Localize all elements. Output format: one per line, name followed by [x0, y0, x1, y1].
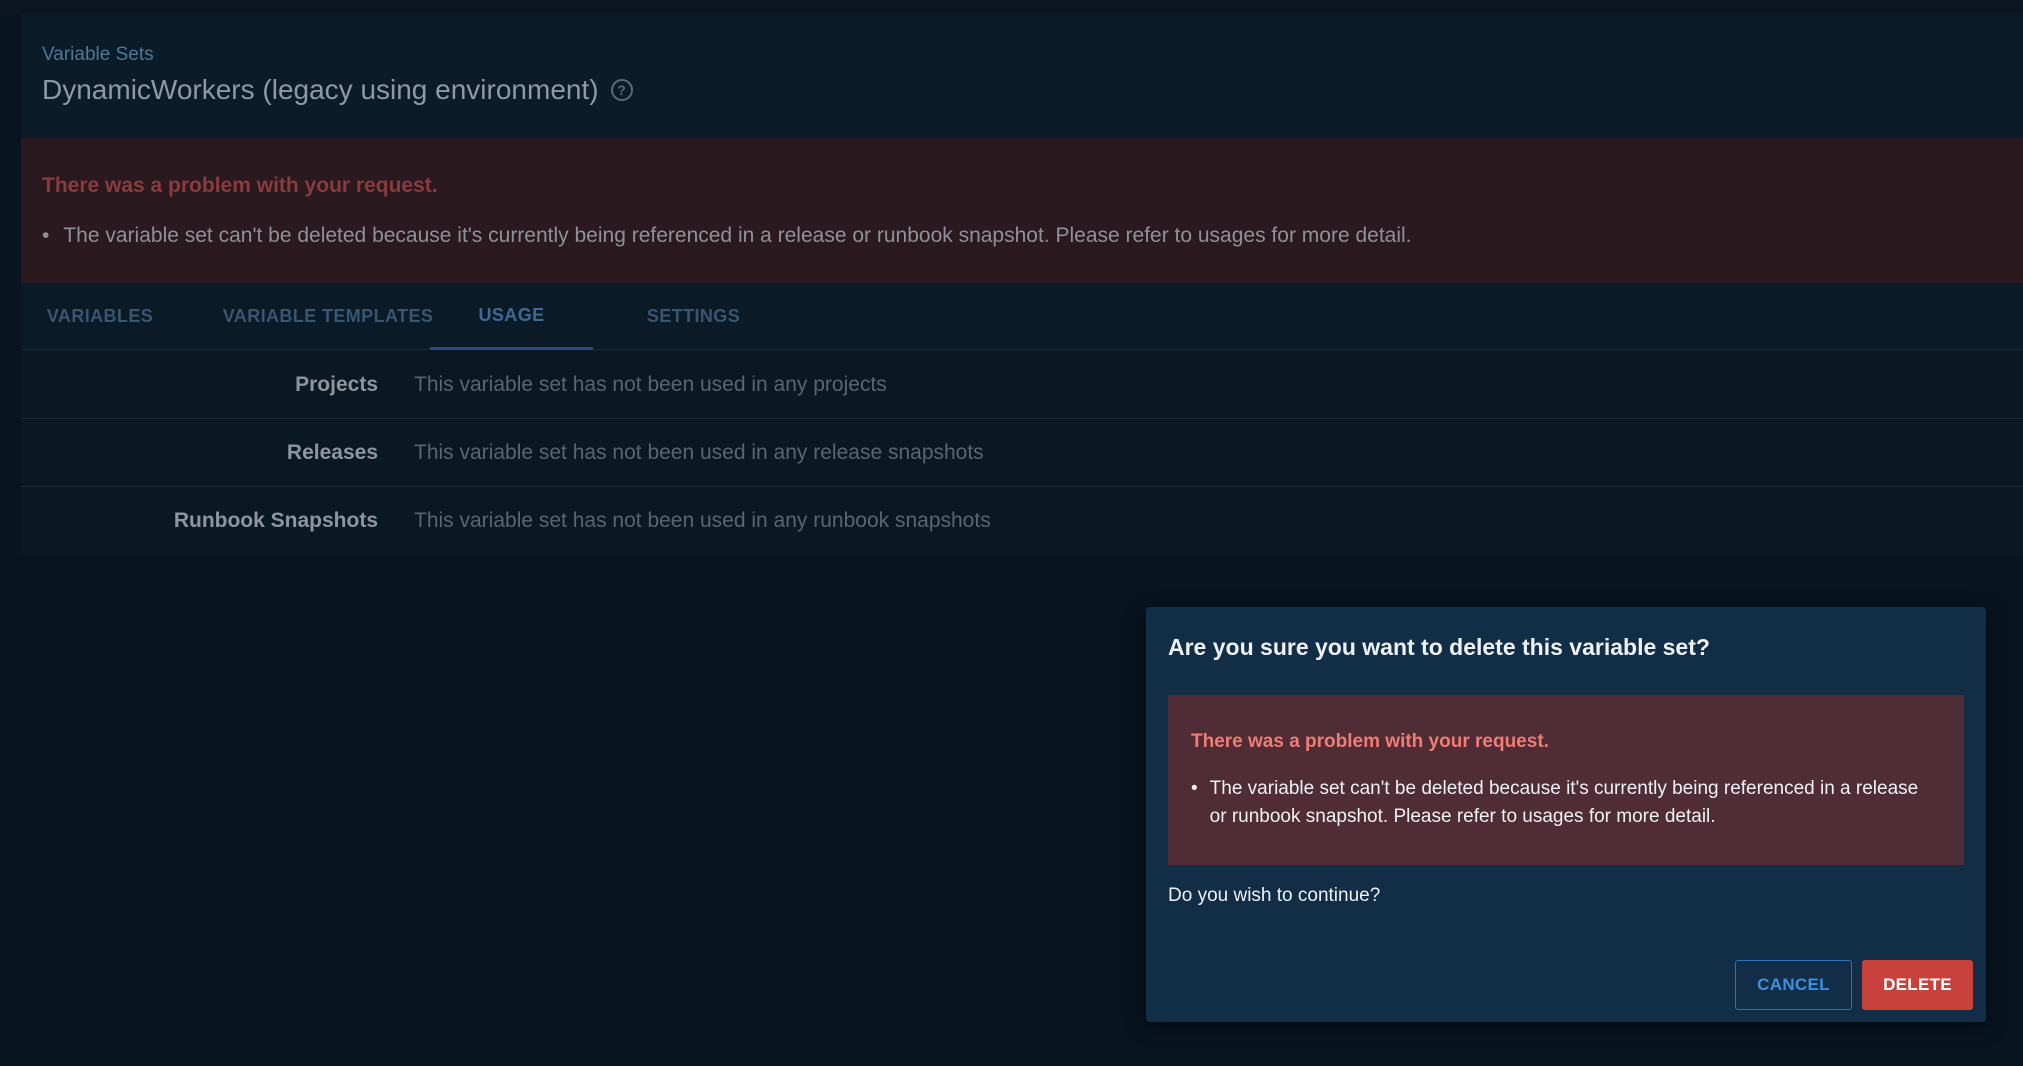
usage-row-releases: Releases This variable set has not been … [21, 419, 2023, 487]
usage-label: Runbook Snapshots [173, 509, 378, 532]
bullet-icon: • [42, 224, 50, 247]
error-banner-title: There was a problem with your request. [42, 174, 438, 197]
breadcrumb-variable-sets[interactable]: Variable Sets [42, 44, 154, 66]
page-header: Variable Sets DynamicWorkers (legacy usi… [21, 14, 2023, 138]
usage-value: This variable set has not been used in a… [414, 440, 984, 464]
dialog-error-message-text: The variable set can't be deleted becaus… [1209, 778, 1919, 827]
delete-confirm-dialog: Are you sure you want to delete this var… [1146, 607, 1986, 1022]
usage-value: This variable set has not been used in a… [414, 509, 991, 532]
usage-row-projects: Projects This variable set has not been … [21, 351, 2023, 419]
bullet-icon: • [1191, 778, 1198, 799]
dialog-error-title: There was a problem with your request. [1191, 731, 1549, 752]
usage-row-runbook-snapshots: Runbook Snapshots This variable set has … [21, 487, 2023, 555]
tab-settings[interactable]: SETTINGS [611, 283, 776, 350]
usage-label: Releases [286, 440, 378, 464]
top-band [0, 0, 2023, 14]
page-title-text: DynamicWorkers (legacy using environment… [42, 74, 599, 105]
tab-bar: VARIABLES VARIABLE TEMPLATES USAGE SETTI… [21, 283, 2023, 350]
usage-value: This variable set has not been used in a… [414, 372, 887, 396]
error-banner: There was a problem with your request. •… [21, 138, 2023, 283]
error-banner-message-text: The variable set can't be deleted becaus… [63, 224, 1412, 247]
tab-variables[interactable]: VARIABLES [21, 283, 179, 350]
page-title: DynamicWorkers (legacy using environment… [42, 74, 633, 106]
delete-button[interactable]: DELETE [1862, 960, 1973, 1010]
dialog-title: Are you sure you want to delete this var… [1168, 634, 1710, 660]
dialog-error-message: • The variable set can't be deleted beca… [1191, 775, 1931, 831]
dialog-question: Do you wish to continue? [1168, 885, 1381, 906]
usage-label: Projects [295, 372, 378, 396]
tab-variable-templates[interactable]: VARIABLE TEMPLATES [198, 283, 458, 350]
cancel-button[interactable]: CANCEL [1735, 960, 1852, 1010]
question-circle-icon[interactable]: ? [610, 79, 633, 101]
dialog-error-box: There was a problem with your request. •… [1168, 695, 1964, 865]
error-banner-message: • The variable set can't be deleted beca… [42, 224, 1412, 248]
variable-set-page: Variable Sets DynamicWorkers (legacy usi… [21, 14, 2023, 556]
tab-usage[interactable]: USAGE [430, 283, 593, 350]
